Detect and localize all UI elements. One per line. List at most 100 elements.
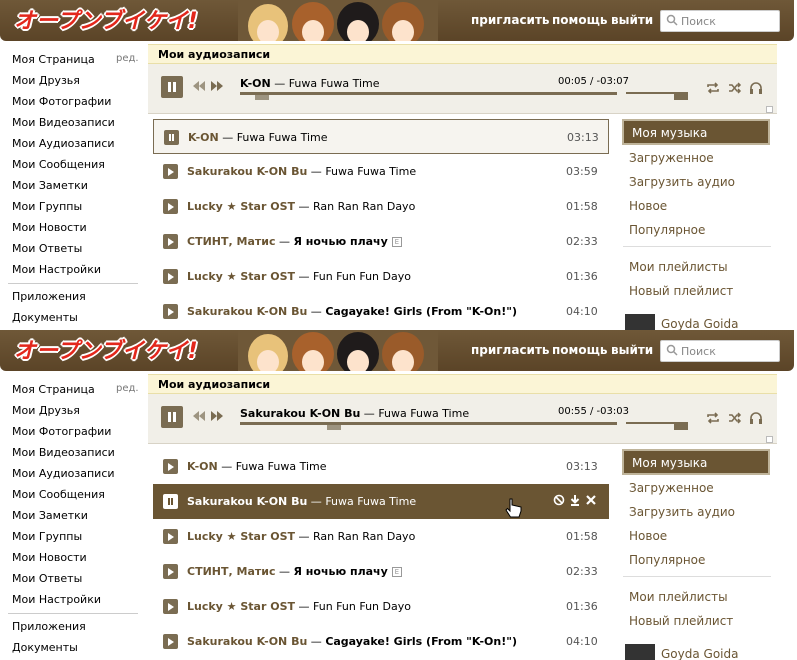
avatar[interactable]	[625, 314, 655, 330]
play-icon[interactable]	[163, 164, 178, 179]
progress-knob[interactable]	[326, 425, 341, 430]
resize-handle[interactable]	[766, 436, 773, 443]
menu-new[interactable]: Новое	[629, 529, 667, 543]
headphones-icon[interactable]	[749, 411, 763, 425]
sidebar-item-groups[interactable]: Мои Группы	[12, 200, 82, 213]
player-pause-icon[interactable]	[161, 406, 183, 428]
sidebar-item-documents[interactable]: Документы	[12, 311, 78, 324]
sidebar-item-news[interactable]: Мои Новости	[12, 551, 87, 564]
sidebar-item-settings[interactable]: Мои Настройки	[12, 593, 101, 606]
resize-handle[interactable]	[766, 106, 773, 113]
track-artist[interactable]: Sakurakou K-ON Bu	[187, 165, 307, 178]
track-artist[interactable]: Lucky ★ Star OST	[187, 600, 295, 613]
sidebar-item-news[interactable]: Мои Новости	[12, 221, 87, 234]
sidebar-item-messages[interactable]: Мои Сообщения	[12, 488, 105, 501]
track-row[interactable]: Lucky ★ Star OST — Ran Ran Ran Dayo 01:58	[153, 519, 609, 554]
menu-popular[interactable]: Популярное	[629, 223, 705, 237]
user-name[interactable]: Goyda Goida	[661, 317, 738, 330]
menu-my-playlists[interactable]: Мои плейлисты	[629, 260, 728, 274]
prev-icon[interactable]	[192, 80, 206, 92]
help-link[interactable]: помощь	[552, 343, 607, 357]
track-artist[interactable]: Sakurakou K-ON Bu	[187, 495, 307, 508]
sidebar-item-groups[interactable]: Мои Группы	[12, 530, 82, 543]
volume-knob[interactable]	[674, 94, 688, 100]
block-icon[interactable]	[553, 494, 565, 506]
sidebar-item-photos[interactable]: Мои Фотографии	[12, 95, 111, 108]
progress-bar[interactable]	[240, 92, 617, 95]
edit-link[interactable]: ред.	[116, 53, 139, 64]
prev-icon[interactable]	[192, 410, 206, 422]
headphones-icon[interactable]	[749, 81, 763, 95]
sidebar-item-apps[interactable]: Приложения	[12, 620, 86, 633]
track-artist[interactable]: СТИНТ, Матис	[187, 565, 275, 578]
user-name[interactable]: Goyda Goida	[661, 647, 738, 660]
play-icon[interactable]	[163, 599, 178, 614]
track-artist[interactable]: Lucky ★ Star OST	[187, 270, 295, 283]
track-row[interactable]: Sakurakou K-ON Bu — Cagayake! Girls (Fro…	[153, 294, 609, 329]
track-row[interactable]: K-ON — Fuwa Fuwa Time 03:13	[153, 119, 609, 154]
sidebar-item-apps[interactable]: Приложения	[12, 290, 86, 303]
play-icon[interactable]	[163, 304, 178, 319]
menu-upload-audio[interactable]: Загрузить аудио	[629, 505, 735, 519]
track-artist[interactable]: K-ON	[188, 131, 219, 144]
progress-bar[interactable]	[240, 422, 617, 425]
sidebar-item-answers[interactable]: Мои Ответы	[12, 242, 82, 255]
play-icon[interactable]	[163, 199, 178, 214]
track-row[interactable]: Lucky ★ Star OST — Ran Ran Ran Dayo 01:58	[153, 189, 609, 224]
menu-new-playlist[interactable]: Новый плейлист	[629, 284, 733, 298]
logout-link[interactable]: выйти	[611, 13, 653, 27]
edit-link[interactable]: ред.	[116, 383, 139, 394]
search-input[interactable]: Поиск	[660, 10, 780, 32]
shuffle-icon[interactable]	[728, 81, 742, 95]
sidebar-item-audio[interactable]: Мои Аудиозаписи	[12, 467, 115, 480]
menu-my-playlists[interactable]: Мои плейлисты	[629, 590, 728, 604]
delete-icon[interactable]	[585, 494, 597, 506]
track-artist[interactable]: Sakurakou K-ON Bu	[187, 635, 307, 648]
track-artist[interactable]: СТИНТ, Матис	[187, 235, 275, 248]
invite-link[interactable]: пригласить	[471, 343, 550, 357]
track-row[interactable]: Sakurakou K-ON Bu — Fuwa Fuwa Time	[153, 484, 609, 519]
play-icon[interactable]	[163, 459, 178, 474]
shuffle-icon[interactable]	[728, 411, 742, 425]
sidebar-item-documents[interactable]: Документы	[12, 641, 78, 654]
menu-popular[interactable]: Популярное	[629, 553, 705, 567]
sidebar-item-my-page[interactable]: Моя Страница	[12, 383, 95, 396]
next-icon[interactable]	[210, 80, 224, 92]
progress-knob[interactable]	[255, 95, 270, 100]
next-icon[interactable]	[210, 410, 224, 422]
track-row[interactable]: Lucky ★ Star OST — Fun Fun Fun Dayo 01:36	[153, 589, 609, 624]
sidebar-item-my-page[interactable]: Моя Страница	[12, 53, 95, 66]
invite-link[interactable]: пригласить	[471, 13, 550, 27]
avatar[interactable]	[625, 644, 655, 660]
track-artist[interactable]: Lucky ★ Star OST	[187, 530, 295, 543]
repeat-icon[interactable]	[706, 411, 720, 425]
menu-new[interactable]: Новое	[629, 199, 667, 213]
sidebar-item-notes[interactable]: Мои Заметки	[12, 179, 88, 192]
play-icon[interactable]	[163, 529, 178, 544]
sidebar-item-settings[interactable]: Мои Настройки	[12, 263, 101, 276]
track-artist[interactable]: K-ON	[187, 460, 218, 473]
track-row[interactable]: СТИНТ, Матис — Я ночью плачу E 02:33	[153, 554, 609, 589]
site-logo[interactable]: オープンブイケイ!	[14, 333, 198, 365]
volume-knob[interactable]	[674, 424, 688, 430]
download-icon[interactable]	[569, 494, 581, 506]
repeat-icon[interactable]	[706, 81, 720, 95]
track-row[interactable]: Lucky ★ Star OST — Fun Fun Fun Dayo 01:36	[153, 259, 609, 294]
sidebar-item-audio[interactable]: Мои Аудиозаписи	[12, 137, 115, 150]
sidebar-item-notes[interactable]: Мои Заметки	[12, 509, 88, 522]
player-pause-icon[interactable]	[161, 76, 183, 98]
sidebar-item-friends[interactable]: Мои Друзья	[12, 404, 80, 417]
logout-link[interactable]: выйти	[611, 343, 653, 357]
sidebar-item-photos[interactable]: Мои Фотографии	[12, 425, 111, 438]
sidebar-item-videos[interactable]: Мои Видеозаписи	[12, 116, 115, 129]
menu-my-music[interactable]: Моя музыка	[622, 449, 770, 475]
track-row[interactable]: Sakurakou K-ON Bu — Fuwa Fuwa Time 03:59	[153, 154, 609, 189]
track-row[interactable]: Sakurakou K-ON Bu — Cagayake! Girls (Fro…	[153, 624, 609, 659]
help-link[interactable]: помощь	[552, 13, 607, 27]
track-artist[interactable]: Sakurakou K-ON Bu	[187, 305, 307, 318]
site-logo[interactable]: オープンブイケイ!	[14, 3, 198, 35]
track-artist[interactable]: Lucky ★ Star OST	[187, 200, 295, 213]
play-icon[interactable]	[163, 269, 178, 284]
play-icon[interactable]	[163, 564, 178, 579]
sidebar-item-friends[interactable]: Мои Друзья	[12, 74, 80, 87]
